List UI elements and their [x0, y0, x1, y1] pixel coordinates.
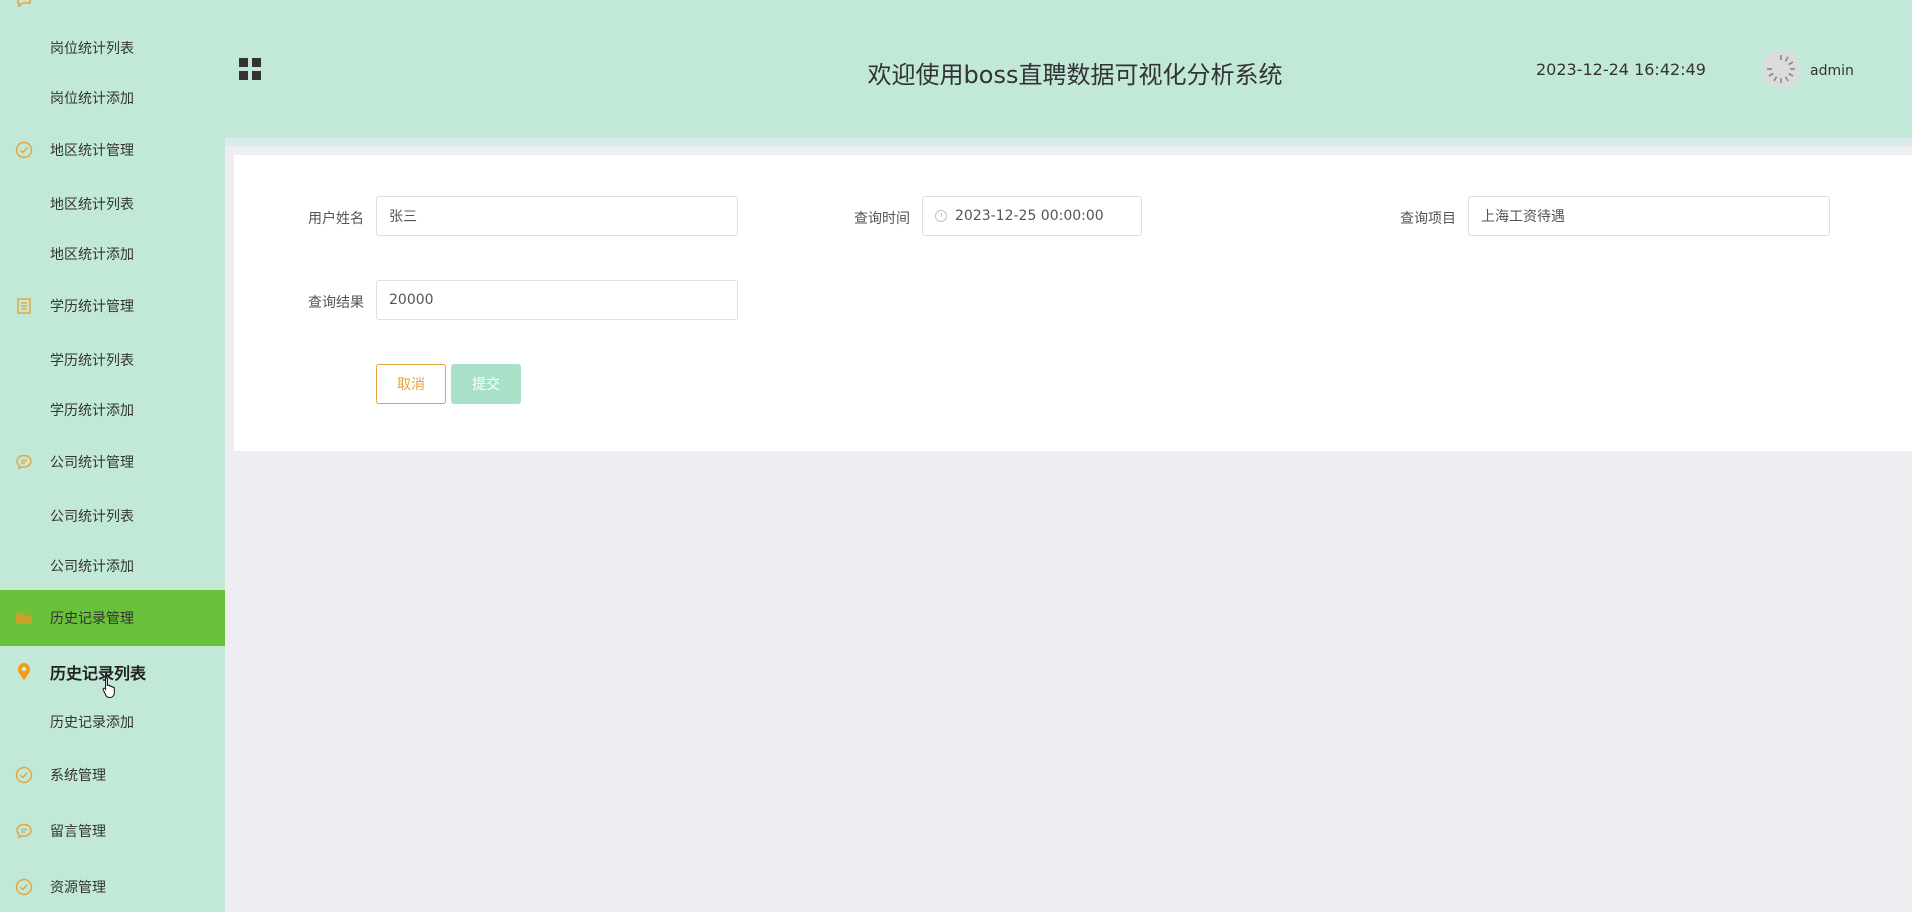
location-pin-icon: [14, 662, 34, 682]
pointer-cursor-icon: [102, 676, 118, 702]
sidebar-item-label: 留言管理: [50, 824, 106, 840]
check-circle-icon: [14, 877, 34, 897]
chat-icon: [14, 0, 34, 10]
sidebar-item-region-list[interactable]: 地区统计列表: [0, 176, 225, 232]
sidebar-item-label: 历史记录添加: [50, 715, 134, 731]
username-value: 张三: [389, 209, 417, 225]
sidebar-item-label: 地区统计添加: [50, 247, 134, 263]
sidebar-item-label: 资源管理: [50, 880, 106, 896]
submit-button[interactable]: 提交: [451, 364, 521, 404]
username-label: 用户姓名: [308, 211, 364, 227]
query-item-label: 查询项目: [1400, 211, 1456, 227]
sidebar: 岗位统计列表 岗位统计添加 地区统计管理 地区统计列表 地区统计添加 学历统计管…: [0, 0, 225, 912]
query-result-value: 20000: [389, 292, 434, 308]
sidebar-item-label: 公司统计列表: [50, 509, 134, 525]
sidebar-item-label: 公司统计添加: [50, 559, 134, 575]
query-item-value: 上海工资待遇: [1481, 209, 1565, 225]
clock-icon: [935, 210, 947, 222]
sidebar-item-region-manage[interactable]: 地区统计管理: [0, 122, 225, 178]
sidebar-item-label: 岗位统计添加: [50, 91, 134, 107]
sidebar-item-resource-manage[interactable]: 资源管理: [0, 859, 225, 912]
sidebar-item-region-add[interactable]: 地区统计添加: [0, 226, 225, 282]
sidebar-item-edu-add[interactable]: 学历统计添加: [0, 382, 225, 438]
sidebar-item-label: 学历统计管理: [50, 299, 134, 315]
sidebar-item-label: 学历统计列表: [50, 353, 134, 369]
query-result-field[interactable]: 20000: [376, 280, 738, 320]
sidebar-item-label: 地区统计管理: [50, 143, 134, 159]
chat-icon: [14, 452, 34, 472]
sidebar-item-job-list[interactable]: 岗位统计列表: [0, 20, 225, 76]
cancel-button[interactable]: 取消: [376, 364, 446, 404]
check-circle-icon: [14, 140, 34, 160]
query-result-label: 查询结果: [308, 295, 364, 311]
sidebar-item-edu-manage[interactable]: 学历统计管理: [0, 278, 225, 334]
sidebar-item-label: 公司统计管理: [50, 455, 134, 471]
sidebar-item-label: 岗位统计列表: [50, 41, 134, 57]
username-field[interactable]: 张三: [376, 196, 738, 236]
sidebar-item-history-add[interactable]: 历史记录添加: [0, 694, 225, 750]
document-icon: [14, 296, 34, 316]
current-datetime: 2023-12-24 16:42:49: [1536, 60, 1706, 79]
query-item-field[interactable]: 上海工资待遇: [1468, 196, 1830, 236]
chat-icon: [14, 821, 34, 841]
username[interactable]: admin: [1810, 63, 1854, 79]
sidebar-item-company-manage[interactable]: 公司统计管理: [0, 434, 225, 490]
sidebar-item-history-manage[interactable]: 历史记录管理: [0, 590, 225, 646]
sidebar-item-label: 地区统计列表: [50, 197, 134, 213]
sidebar-item-message-manage[interactable]: 留言管理: [0, 803, 225, 859]
sidebar-item-system-manage[interactable]: 系统管理: [0, 747, 225, 803]
sidebar-item-label: 历史记录列表: [50, 664, 147, 683]
sidebar-item-label: 历史记录管理: [50, 611, 134, 627]
check-circle-icon: [14, 765, 34, 785]
form-card: 用户姓名 张三 查询时间 2023-12-25 00:00:00 查询项目 上海…: [234, 155, 1912, 451]
query-time-label: 查询时间: [854, 211, 910, 227]
sidebar-item-company-list[interactable]: 公司统计列表: [0, 488, 225, 544]
avatar[interactable]: [1762, 50, 1800, 88]
sidebar-item-job-add[interactable]: 岗位统计添加: [0, 70, 225, 126]
sidebar-item-edu-list[interactable]: 学历统计列表: [0, 332, 225, 388]
sidebar-item-company-add[interactable]: 公司统计添加: [0, 538, 225, 594]
sidebar-item-label: 系统管理: [50, 768, 106, 784]
query-time-value: 2023-12-25 00:00:00: [955, 208, 1104, 224]
folder-icon: [14, 608, 34, 628]
query-time-picker[interactable]: 2023-12-25 00:00:00: [922, 196, 1142, 236]
sidebar-item-label: 学历统计添加: [50, 403, 134, 419]
top-header: 欢迎使用boss直聘数据可视化分析系统 2023-12-24 16:42:49 …: [225, 0, 1912, 146]
